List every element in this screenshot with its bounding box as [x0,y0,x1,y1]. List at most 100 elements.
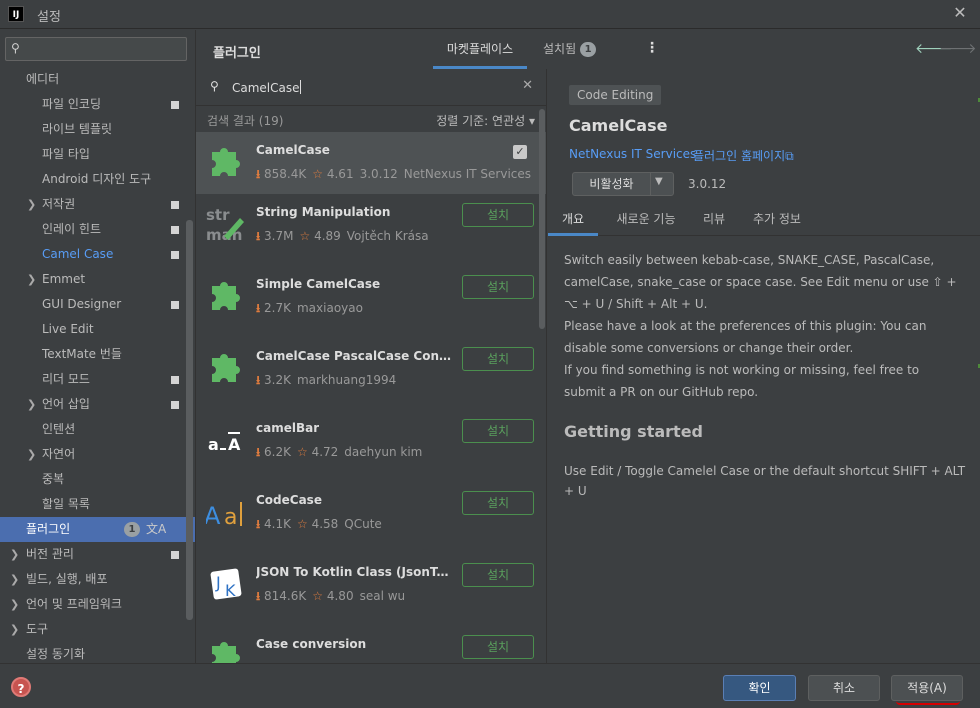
plugin-row[interactable]: Aa CodeCase ⭳ 4.1K ☆ 4.58 QCute 설치 [196,482,546,554]
plugin-row[interactable]: str man String Manipulation ⭳ 3.7M ☆ 4.89 Voj… [196,194,546,266]
plugin-row[interactable]: CamelCase ⭳ 858.4K ☆ 4.61 3.0.12 NetNexus IT… [196,132,546,194]
install-button[interactable]: 설치 [462,275,534,299]
disable-button-label[interactable]: 비활성화 [573,173,651,195]
plugin-name: camelBar [256,421,320,435]
sidebar-scrollbar[interactable] [186,220,193,620]
plugin-row[interactable]: Simple CamelCase ⭳ 2.7K maxiaoyao 설치 [196,266,546,338]
chevron-down-icon[interactable]: ▼ [655,176,663,187]
rating: 4.72 [311,445,339,459]
plugin-row[interactable]: J K JSON To Kotlin Class (JsonToKo... ⭳ 814… [196,554,546,626]
sidebar-item[interactable]: ❯ 저작권 [0,192,195,217]
chevron-right-icon[interactable]: ❯ [27,442,36,467]
sidebar-item[interactable]: ❯ 빌드, 실행, 배포 [0,567,195,592]
tab-additional-info[interactable]: 추가 정보 [742,204,812,236]
sidebar-item[interactable]: ❯ 자연어 [0,442,195,467]
settings-search-input[interactable]: ⚲ [5,37,187,61]
sidebar-item[interactable]: 리더 모드 [0,367,195,392]
install-button[interactable]: 설치 [462,563,534,587]
sidebar-item[interactable]: ❯ 언어 삽입 [0,392,195,417]
plugin-meta: ⭳ 3.7M ☆ 4.89 Vojtěch Krása [256,227,429,248]
star-icon: ☆ [312,589,324,603]
sidebar-item[interactable]: 파일 타입 [0,142,195,167]
enabled-checkbox[interactable]: ✓ [513,145,527,159]
sidebar-item[interactable]: Android 디자인 도구 [0,167,195,192]
vendor-link[interactable]: NetNexus IT Services [569,147,696,161]
chevron-right-icon[interactable]: ❯ [10,567,19,592]
tab-reviews[interactable]: 리뷰 [694,204,734,236]
plugin-description: Switch easily between kebab-case, SNAKE_… [564,249,964,403]
plugin-search-field[interactable]: ⚲ CamelCase ✕ [196,69,546,106]
sidebar-item-label: 저작권 [42,197,76,211]
plugin-row[interactable]: Case conversion 설치 [196,626,546,663]
ok-button[interactable]: 확인 [723,675,796,701]
category-tag[interactable]: Code Editing [569,85,662,105]
cancel-button[interactable]: 취소 [808,675,880,701]
svg-text:a: a [208,435,219,454]
sidebar-item[interactable]: 에디터 [0,67,195,92]
sidebar-item[interactable]: ❯ 버전 관리 [0,542,195,567]
sidebar-item-label: 언어 삽입 [42,397,90,411]
forward-arrow-icon[interactable]: 🡒 [939,40,977,57]
sidebar-item[interactable]: ❯ 언어 및 프레임워크 [0,592,195,617]
install-button[interactable]: 설치 [462,203,534,227]
sidebar-item-label: 빌드, 실행, 배포 [26,572,108,586]
sidebar-item[interactable]: 인레이 힌트 [0,217,195,242]
more-options-icon[interactable]: ⋮ [645,40,659,56]
plugin-version: 3.0.12 [688,177,727,191]
install-button[interactable]: 설치 [462,419,534,443]
tab-marketplace[interactable]: 마켓플레이스 [433,30,527,69]
rating: 4.61 [326,167,354,181]
sidebar-item[interactable]: 파일 인코딩 [0,92,195,117]
homepage-link[interactable]: 플러그인 홈페이지⧉ [693,147,794,164]
search-icon: ⚲ [210,79,219,93]
plugin-row[interactable]: a AcamelBar ⭳ 6.2K ☆ 4.72 daehyun kim 설치 [196,410,546,482]
sidebar-item-label: 설정 동기화 [26,647,86,661]
install-button[interactable]: 설치 [462,635,534,659]
chevron-right-icon[interactable]: ❯ [27,392,36,417]
plugin-row[interactable]: CamelCase PascalCase Converter ⭳ 3.2K mark… [196,338,546,410]
tab-installed[interactable]: 설치됨 1 [543,30,597,69]
chevron-right-icon[interactable]: ❯ [27,192,36,217]
tab-overview[interactable]: 개요 [548,204,598,236]
sidebar-item[interactable]: 중복 [0,467,195,492]
sidebar-item[interactable]: Camel Case [0,242,195,267]
sidebar-item[interactable]: 라이브 템플릿 [0,117,195,142]
sidebar-item[interactable]: 할일 목록 [0,492,195,517]
sidebar-item[interactable]: 인텐션 [0,417,195,442]
chevron-right-icon[interactable]: ❯ [10,617,19,642]
rating: 4.58 [311,517,339,531]
chevron-right-icon[interactable]: ❯ [10,542,19,567]
download-icon: ⭳ [256,373,261,387]
sidebar-item[interactable]: 설정 동기화 [0,642,195,663]
plugin-list-scrollbar[interactable] [539,109,545,329]
download-count: 3.2K [264,373,291,387]
sidebar-item[interactable]: GUI Designer [0,292,195,317]
chevron-right-icon[interactable]: ❯ [10,592,19,617]
plugin-detail-name: CamelCase [569,116,668,135]
plugin-detail-pane: Code Editing CamelCase NetNexus IT Servi… [548,69,980,663]
svg-text:K: K [225,581,236,600]
install-button[interactable]: 설치 [462,491,534,515]
description-paragraph: If you find something is not working or … [564,363,920,399]
clear-search-icon[interactable]: ✕ [522,78,533,93]
help-icon[interactable]: ? [11,677,31,697]
sidebar-item[interactable]: ❯ 도구 [0,617,195,642]
sidebar-item[interactable]: TextMate 번들 [0,342,195,367]
download-count: 858.4K [264,167,307,181]
sidebar-item[interactable]: Live Edit [0,317,195,342]
plugin-name: CodeCase [256,493,322,507]
sidebar-item-label: 도구 [26,622,49,636]
plugin-meta: ⭳ 3.2K markhuang1994 [256,371,396,392]
disable-button[interactable]: 비활성화 ▼ [572,172,674,196]
sidebar-item-label: 인레이 힌트 [42,222,102,236]
sort-dropdown[interactable]: 정렬 기준: 연관성 ▾ [436,112,535,129]
chevron-right-icon[interactable]: ❯ [27,267,36,292]
close-icon[interactable]: ✕ [950,3,970,22]
install-button[interactable]: 설치 [462,347,534,371]
sidebar-item[interactable]: 플러그인 1 文A [0,517,195,542]
svg-text:A: A [228,435,241,454]
tab-whats-new[interactable]: 새로운 기능 [606,204,686,236]
sidebar-item[interactable]: ❯ Emmet [0,267,195,292]
apply-button[interactable]: 적용(A) [891,675,963,701]
sidebar-item-label: 중복 [42,472,65,486]
